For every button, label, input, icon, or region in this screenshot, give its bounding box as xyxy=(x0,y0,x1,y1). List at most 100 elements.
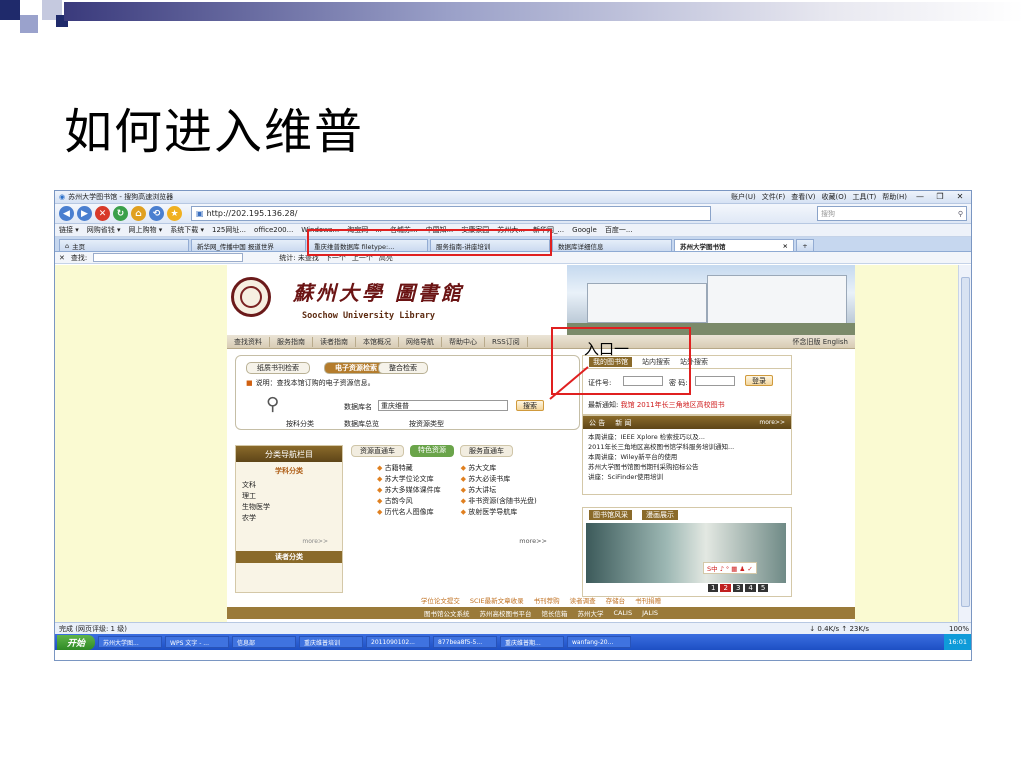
footer-link[interactable]: 苏州大学 xyxy=(577,608,603,618)
menu-tools[interactable]: 工具(T) xyxy=(853,192,877,202)
close-tab-icon[interactable]: × xyxy=(783,242,788,250)
close-find-icon[interactable]: ✕ xyxy=(59,254,65,262)
page-button[interactable]: 2 xyxy=(720,584,731,592)
back-icon[interactable]: ◀ xyxy=(59,206,74,221)
taskbar-item[interactable]: 苏州大学图... xyxy=(98,636,163,648)
tab-announcement[interactable]: 公 告 xyxy=(589,418,605,428)
footer-link[interactable]: 存储台 xyxy=(606,595,626,605)
footer-link[interactable]: SCIE最新文章收录 xyxy=(470,595,524,605)
link-by-type[interactable]: 按资源类型 xyxy=(409,419,444,429)
taskbar-item[interactable]: 2011090102... xyxy=(366,636,431,648)
nav-reader[interactable]: 读者指南 xyxy=(313,336,356,347)
menu-file[interactable]: 文件(F) xyxy=(762,192,786,202)
footer-link[interactable]: JALIS xyxy=(642,609,658,617)
tab-library-style[interactable]: 图书馆风采 xyxy=(589,509,632,520)
search-icon[interactable]: ⚲ xyxy=(958,210,963,218)
footer-link[interactable]: 图书馆公文系统 xyxy=(424,608,470,618)
footer-link[interactable]: 苏州高校图书平台 xyxy=(479,608,531,618)
news-item[interactable]: 本周讲座：Wiley新平台的使用 xyxy=(588,452,786,462)
start-button[interactable]: 开始 xyxy=(57,634,96,650)
tab-paper-search[interactable]: 纸质书刊检索 xyxy=(246,362,310,374)
footer-link[interactable]: 学位论文提交 xyxy=(421,595,460,605)
subject-more-link[interactable]: more>> xyxy=(236,538,342,545)
tab-special-resource[interactable]: 特色资源 xyxy=(410,445,454,457)
nav-help[interactable]: 帮助中心 xyxy=(442,336,485,347)
tab-comics[interactable]: 漫画展示 xyxy=(642,509,678,520)
taskbar-item[interactable]: 重庆维普期... xyxy=(500,636,565,648)
zoom-level[interactable]: 100% xyxy=(949,625,969,633)
scroll-thumb[interactable] xyxy=(961,277,970,607)
menu-help[interactable]: 帮助(H) xyxy=(882,192,907,202)
resource-item[interactable]: ◆ 古韵今风 xyxy=(377,496,441,507)
resource-item[interactable]: ◆ 苏大多媒体课件库 xyxy=(377,485,441,496)
fav-item[interactable]: 网购省钱 ▾ xyxy=(87,225,121,235)
link-db-overview[interactable]: 数据库总览 xyxy=(344,419,379,429)
menu-favorites[interactable]: 收藏(O) xyxy=(822,192,847,202)
fav-item[interactable]: 网上购物 ▾ xyxy=(129,225,163,235)
fav-item[interactable]: office200... xyxy=(254,226,293,234)
subject-item[interactable]: 农学 xyxy=(242,513,336,524)
home-icon[interactable]: ⌂ xyxy=(131,206,146,221)
tab-integrated-search[interactable]: 整合检索 xyxy=(378,362,428,374)
nav-old-version[interactable]: 怀念旧版 English xyxy=(785,337,855,347)
footer-link[interactable]: 书刊荐购 xyxy=(534,595,560,605)
search-input[interactable]: 搜狗 ⚲ xyxy=(817,206,967,221)
menu-view[interactable]: 查看(V) xyxy=(791,192,815,202)
vertical-scrollbar[interactable] xyxy=(958,265,971,622)
footer-link[interactable]: CALIS xyxy=(613,609,632,617)
history-icon[interactable]: ⟲ xyxy=(149,206,164,221)
footer-link[interactable]: 馆长信箱 xyxy=(541,608,567,618)
tab-library[interactable]: 苏州大学图书馆 × xyxy=(674,239,794,251)
footer-link[interactable]: 读者调查 xyxy=(570,595,596,605)
subject-item[interactable]: 文科 xyxy=(242,480,336,491)
page-button[interactable]: 3 xyxy=(732,584,744,592)
resource-item[interactable]: ◆ 苏大必读书库 xyxy=(461,474,537,485)
close-icon[interactable]: ✕ xyxy=(953,192,967,202)
fav-item[interactable]: 链接 ▾ xyxy=(59,225,79,235)
page-button[interactable]: 1 xyxy=(708,584,719,592)
restore-icon[interactable]: ❐ xyxy=(933,192,947,202)
tab-service-express[interactable]: 服务直通车 xyxy=(460,445,513,457)
db-name-input[interactable]: 重庆维普 xyxy=(378,400,508,411)
fav-item[interactable]: Google xyxy=(572,226,597,234)
news-more-link[interactable]: more>> xyxy=(759,419,785,426)
taskbar-item[interactable]: wanfang-20... xyxy=(567,636,632,648)
nav-rss[interactable]: RSS订阅 xyxy=(485,336,528,347)
tab-resource-express[interactable]: 资源直通车 xyxy=(351,445,404,457)
menu-account[interactable]: 账户(U) xyxy=(731,192,756,202)
taskbar-item[interactable]: WPS 文字 - ... xyxy=(165,636,230,648)
news-item[interactable]: 讲座：SciFinder使用培训 xyxy=(588,472,786,482)
news-item[interactable]: 苏州大学图书馆图书期刊采购招标公告 xyxy=(588,462,786,472)
taskbar-item[interactable]: 信息部 xyxy=(232,636,297,648)
login-button[interactable]: 登录 xyxy=(745,375,773,386)
address-bar[interactable]: ▣ http://202.195.136.28/ xyxy=(191,206,711,221)
tab-news[interactable]: 新 闻 xyxy=(615,418,631,428)
tab-home[interactable]: ⌂ 主页 xyxy=(59,239,189,251)
ime-toolbar[interactable]: S中 ♪ ° ▦ ♟ ✓ xyxy=(703,562,757,574)
news-item[interactable]: 2011年长三角地区高校图书馆学科服务培训通知... xyxy=(588,442,786,452)
resource-item[interactable]: ◆ 历代名人图像库 xyxy=(377,507,441,518)
refresh-icon[interactable]: ↻ xyxy=(113,206,128,221)
resource-item[interactable]: ◆ 苏大文库 xyxy=(461,463,537,474)
resource-item[interactable]: ◆ 苏大讲坛 xyxy=(461,485,537,496)
page-button[interactable]: 4 xyxy=(745,584,756,592)
subject-item[interactable]: 理工 xyxy=(242,491,336,502)
minimize-icon[interactable]: — xyxy=(913,192,927,202)
find-input[interactable] xyxy=(93,253,244,262)
new-tab-button[interactable]: + xyxy=(796,239,814,251)
resource-item[interactable]: ◆ 苏大学位论文库 xyxy=(377,474,441,485)
fav-item[interactable]: 125网址... xyxy=(212,225,246,235)
resource-item[interactable]: ◆ 放射医学导航库 xyxy=(461,507,537,518)
link-by-subject[interactable]: 按科分类 xyxy=(286,419,314,429)
forward-icon[interactable]: ▶ xyxy=(77,206,92,221)
tab-database-detail[interactable]: 数据库详细信息 xyxy=(552,239,672,251)
nav-find[interactable]: 查找资料 xyxy=(227,336,270,347)
taskbar-item[interactable]: 重庆维普培训 xyxy=(299,636,364,648)
favorite-star-icon[interactable]: ★ xyxy=(167,206,182,221)
news-item[interactable]: 本周讲座：IEEE Xplore 检索技巧以及... xyxy=(588,432,786,442)
stop-icon[interactable]: ✕ xyxy=(95,206,110,221)
page-button[interactable]: 5 xyxy=(757,584,769,592)
fav-item[interactable]: 系统下载 ▾ xyxy=(170,225,204,235)
nav-about[interactable]: 本馆概况 xyxy=(356,336,399,347)
taskbar-item[interactable]: 877bea8f5-5... xyxy=(433,636,498,648)
